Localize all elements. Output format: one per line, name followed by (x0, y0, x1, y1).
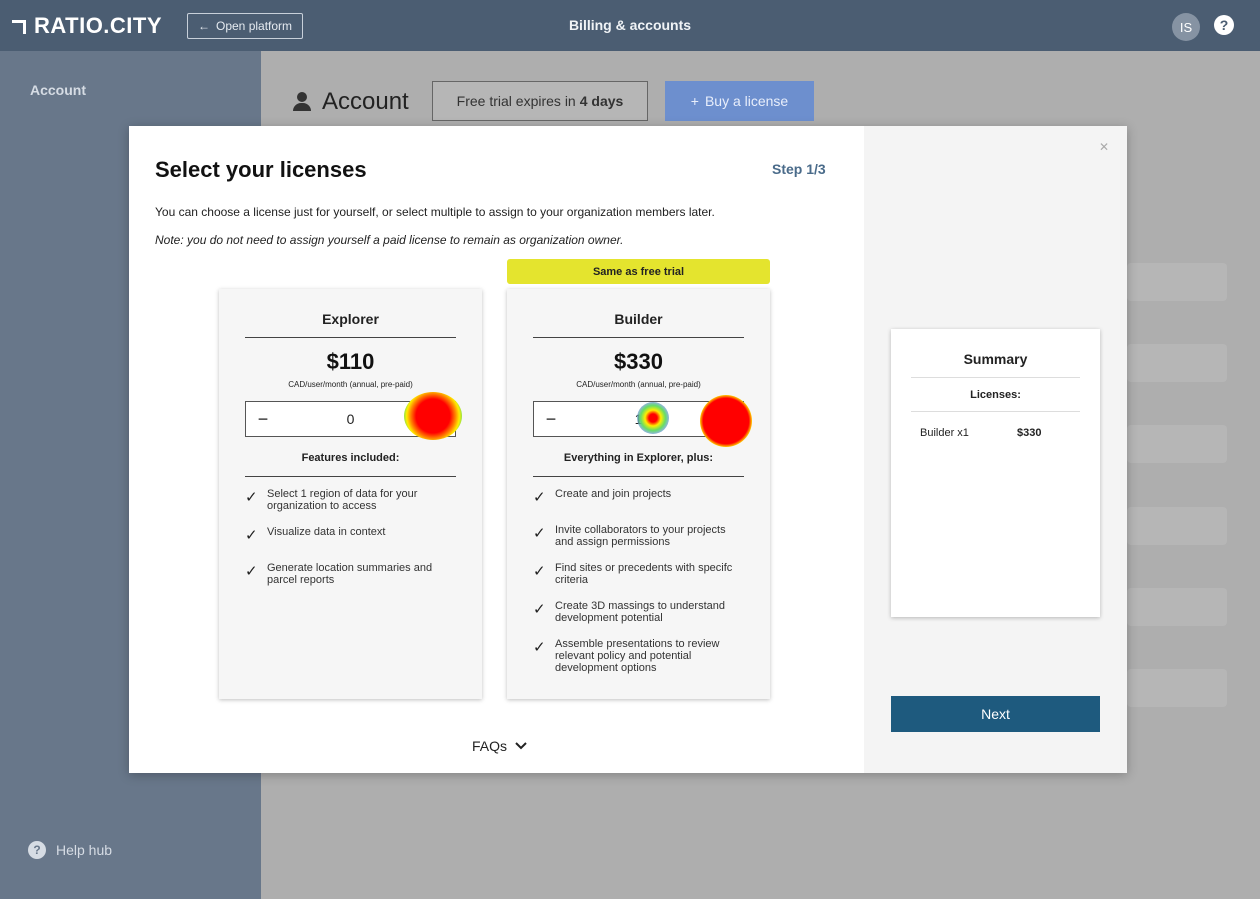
account-heading-label: Account (322, 88, 409, 115)
arrow-left-icon: ← (198, 19, 210, 33)
help-hub-label: Help hub (56, 842, 113, 858)
logo[interactable]: RATIO.CITY (12, 13, 162, 39)
increment-button[interactable] (709, 402, 743, 436)
faqs-label: FAQs (472, 738, 508, 754)
card-name: Builder (533, 311, 744, 338)
card-price: $110 (326, 349, 375, 374)
check-icon: ✓ (245, 563, 258, 580)
quantity-value[interactable]: 0 (280, 411, 421, 427)
feature-text: Create 3D massings to understand develop… (555, 600, 725, 624)
open-platform-label: Open platform (216, 19, 293, 33)
feature-item: ✓ Create 3D massings to understand develo… (533, 598, 744, 624)
card-unit: CAD/user/month (annual, pre-paid) (576, 380, 701, 389)
feature-text: Visualize data in context (267, 526, 386, 538)
quantity-stepper: − 0 (245, 401, 456, 437)
help-hub-link[interactable]: ? Help hub (28, 841, 112, 859)
card-price: $330 (614, 349, 663, 374)
trial-days: 4 days (579, 93, 624, 109)
chevron-down-icon (515, 742, 527, 750)
increment-button[interactable] (421, 402, 455, 436)
intro-text: You can choose a license just for yourse… (155, 205, 715, 219)
quantity-stepper: − 1 (533, 401, 744, 437)
logo-mark-icon (12, 20, 26, 34)
trial-status: Free trial expires in 4 days (432, 81, 648, 121)
check-icon: ✓ (245, 489, 258, 506)
card-name: Explorer (245, 311, 456, 338)
decrement-button[interactable]: − (246, 402, 280, 436)
license-modal: ✕ Select your licenses Step 1/3 You can … (129, 126, 1127, 773)
feature-text: Invite collaborators to your projects an… (555, 524, 726, 548)
feature-text: Generate location summaries and parcel r… (267, 562, 433, 586)
check-icon: ✓ (533, 563, 546, 580)
background-row (1127, 669, 1227, 707)
feature-item: ✓ Generate location summaries and parcel … (245, 560, 456, 586)
license-card-builder: Builder $330 CAD/user/month (annual, pre… (507, 289, 770, 699)
person-icon (292, 92, 312, 112)
background-row (1127, 588, 1227, 626)
background-row (1127, 344, 1227, 382)
feature-item: ✓ Invite collaborators to your projects a… (533, 522, 744, 548)
summary-licenses-label: Licenses: (911, 389, 1080, 412)
buy-license-button[interactable]: + Buy a license (665, 81, 814, 121)
background-row (1127, 263, 1227, 301)
feature-text: Find sites or precedents with specifc cr… (555, 562, 733, 586)
buy-license-label: Buy a license (704, 93, 789, 109)
features-title: Features included: (245, 452, 456, 477)
step-indicator: Step 1/3 (772, 161, 826, 177)
modal-title: Select your licenses (155, 157, 367, 182)
account-heading: Account (292, 88, 409, 116)
minus-icon: − (257, 408, 269, 429)
summary-line-price: $330 (1017, 427, 1042, 439)
feature-item: ✓ Select 1 region of data for your organi… (245, 486, 456, 512)
help-icon[interactable]: ? (1214, 15, 1234, 35)
check-icon: ✓ (533, 525, 546, 542)
license-card-explorer: Explorer $110 CAD/user/month (annual, pr… (219, 289, 482, 699)
feature-list: ✓ Create and join projects ✓ Invite collab… (533, 486, 744, 686)
note-text: Note: you do not need to assign yourself… (155, 233, 624, 247)
feature-item: ✓ Assemble presentations to review releva… (533, 636, 744, 674)
decrement-button[interactable]: − (534, 402, 568, 436)
help-hub-icon: ? (28, 841, 46, 859)
summary-title: Summary (911, 351, 1080, 378)
card-unit: CAD/user/month (annual, pre-paid) (288, 380, 413, 389)
plus-icon: + (690, 93, 699, 109)
faqs-toggle[interactable]: FAQs (472, 738, 527, 754)
avatar[interactable]: IS (1172, 13, 1200, 41)
feature-item: ✓ Find sites or precedents with specifc c… (533, 560, 744, 586)
background-row (1127, 507, 1227, 545)
features-title: Everything in Explorer, plus: (533, 452, 744, 477)
feature-item: ✓ Create and join projects (533, 486, 744, 510)
check-icon: ✓ (533, 489, 546, 506)
summary-card: Summary Licenses: Builder x1 $330 (891, 329, 1100, 617)
close-icon[interactable]: ✕ (1099, 140, 1109, 154)
top-bar: RATIO.CITY ← Open platform Billing & acco… (0, 0, 1260, 51)
feature-text: Assemble presentations to review relevan… (555, 638, 720, 674)
next-button[interactable]: Next (891, 696, 1100, 732)
background-row (1127, 425, 1227, 463)
feature-text: Select 1 region of data for your organiz… (267, 488, 418, 512)
open-platform-button[interactable]: ← Open platform (187, 13, 304, 39)
feature-list: ✓ Select 1 region of data for your organi… (245, 486, 456, 598)
sidebar-item-account[interactable]: Account (30, 82, 86, 98)
feature-text: Create and join projects (555, 488, 672, 500)
same-as-trial-badge: Same as free trial (507, 259, 770, 284)
summary-line-item: Builder x1 (920, 427, 969, 439)
feature-item: ✓ Visualize data in context (245, 524, 456, 548)
minus-icon: − (545, 408, 557, 429)
quantity-value[interactable]: 1 (568, 411, 709, 427)
logo-text: RATIO.CITY (34, 13, 163, 38)
check-icon: ✓ (533, 601, 546, 618)
check-icon: ✓ (533, 639, 546, 656)
trial-prefix: Free trial expires in (456, 93, 576, 109)
check-icon: ✓ (245, 527, 258, 544)
